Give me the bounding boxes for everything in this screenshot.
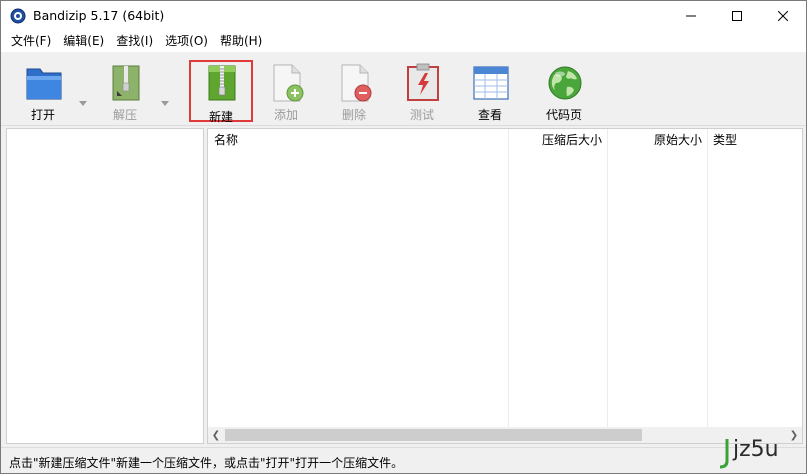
delete-label: 删除 xyxy=(341,108,366,122)
extract-button[interactable]: 解压 xyxy=(93,60,157,122)
site-watermark: jz5u xyxy=(719,435,807,473)
view-button[interactable]: 查看 xyxy=(458,60,522,122)
menu-options[interactable]: 选项(O) xyxy=(159,31,214,52)
app-window: Bandizip 5.17 (64bit) 文件(F) 编辑(E) 查找(I) … xyxy=(0,0,807,474)
minimize-icon xyxy=(686,15,696,17)
new-archive-button[interactable]: 新建 xyxy=(189,60,253,124)
new-zip-icon xyxy=(208,65,236,101)
column-header-name[interactable]: 名称 xyxy=(214,129,238,151)
column-header-compressed-size[interactable]: 压缩后大小 xyxy=(542,129,602,151)
status-bar: 点击"新建压缩文件"新建一个压缩文件，或点击"打开"打开一个压缩文件。 xyxy=(1,447,806,473)
maximize-button[interactable] xyxy=(714,1,760,31)
add-file-icon xyxy=(273,64,304,102)
window-title: Bandizip 5.17 (64bit) xyxy=(33,8,165,23)
extract-dropdown-arrow[interactable] xyxy=(161,101,169,106)
close-button[interactable] xyxy=(760,1,806,31)
maximize-icon xyxy=(732,11,742,21)
horizontal-scrollbar[interactable]: ❮ ❯ xyxy=(208,427,802,443)
file-list-pane[interactable]: 名称 压缩后大小 原始大小 类型 ❮ ❯ xyxy=(207,128,803,444)
watermark-text: jz5u xyxy=(733,437,779,462)
globe-icon xyxy=(548,66,582,100)
scrollbar-thumb[interactable] xyxy=(225,429,642,441)
open-label: 打开 xyxy=(30,108,55,122)
open-dropdown-arrow[interactable] xyxy=(79,101,87,106)
folder-tree-pane[interactable] xyxy=(6,128,204,444)
close-icon xyxy=(778,11,788,21)
minimize-button[interactable] xyxy=(668,1,714,31)
codepage-button[interactable]: 代码页 xyxy=(532,60,596,122)
test-button[interactable]: 测试 xyxy=(390,60,454,122)
add-button[interactable]: 添加 xyxy=(254,60,318,122)
add-label: 添加 xyxy=(273,108,298,122)
menu-help[interactable]: 帮助(H) xyxy=(214,31,268,52)
bandizip-app-icon xyxy=(10,8,26,24)
codepage-label: 代码页 xyxy=(545,108,582,122)
menu-find[interactable]: 查找(I) xyxy=(110,31,159,52)
view-table-icon xyxy=(473,66,509,100)
open-button[interactable]: 打开 xyxy=(11,60,75,122)
extract-label: 解压 xyxy=(112,108,137,122)
menu-bar: 文件(F) 编辑(E) 查找(I) 选项(O) 帮助(H) xyxy=(1,31,806,52)
folder-icon xyxy=(26,68,62,100)
menu-edit[interactable]: 编辑(E) xyxy=(57,31,110,52)
new-label: 新建 xyxy=(208,110,233,124)
test-label: 测试 xyxy=(409,108,434,122)
column-divider[interactable] xyxy=(607,129,608,429)
delete-button[interactable]: 删除 xyxy=(322,60,386,122)
title-bar[interactable]: Bandizip 5.17 (64bit) xyxy=(1,1,806,31)
column-divider[interactable] xyxy=(508,129,509,429)
menu-file[interactable]: 文件(F) xyxy=(5,31,57,52)
column-header-type[interactable]: 类型 xyxy=(713,129,737,151)
extract-zip-icon xyxy=(112,65,140,101)
test-clipboard-icon xyxy=(407,63,439,101)
view-label: 查看 xyxy=(477,108,502,122)
delete-file-icon xyxy=(341,64,372,102)
toolbar: 打开 解压 新建 添加 删除 测试 查看 代码页 xyxy=(1,52,806,126)
scroll-left-icon[interactable]: ❮ xyxy=(208,427,224,443)
column-header-original-size[interactable]: 原始大小 xyxy=(654,129,702,151)
status-text: 点击"新建压缩文件"新建一个压缩文件，或点击"打开"打开一个压缩文件。 xyxy=(9,456,404,470)
column-divider[interactable] xyxy=(707,129,708,429)
